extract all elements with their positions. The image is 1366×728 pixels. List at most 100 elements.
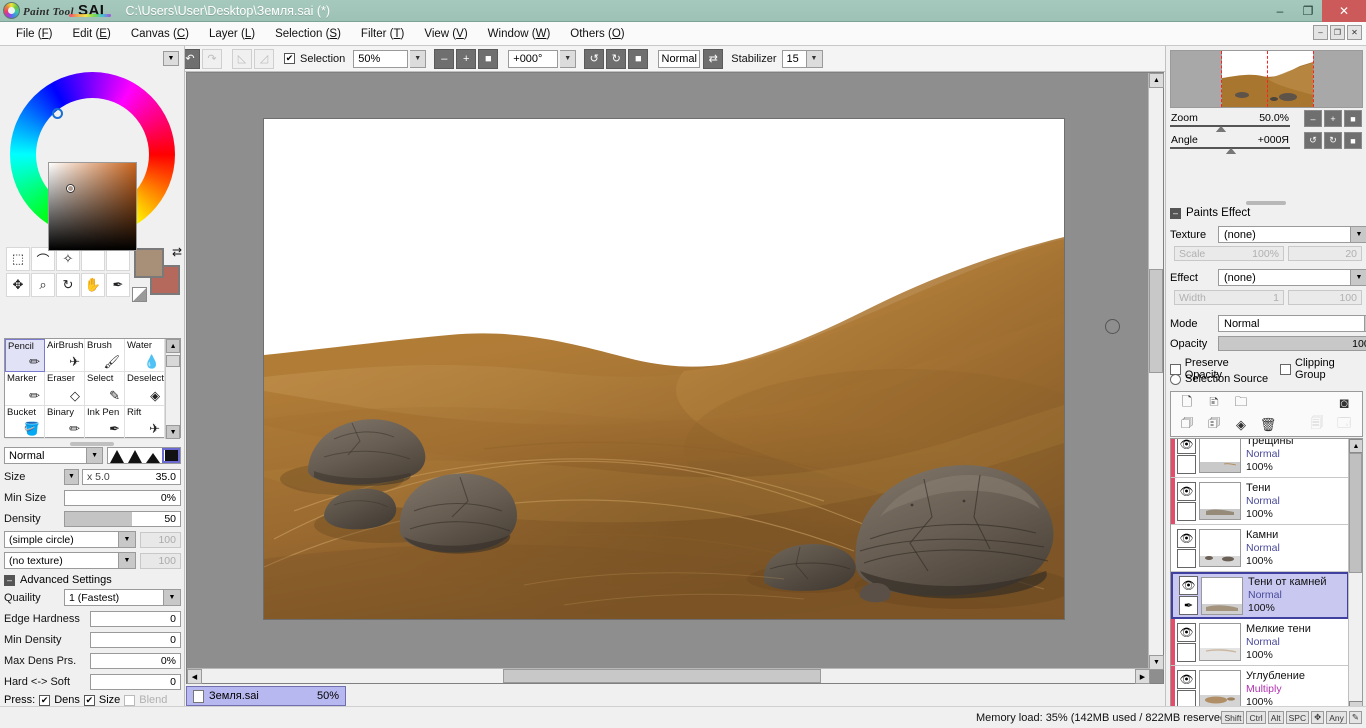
- layer-lock-slot[interactable]: [1177, 501, 1196, 521]
- zoom-slider-handle[interactable]: [1216, 126, 1226, 132]
- brush-cell-deselect[interactable]: Deselect ◈: [125, 372, 166, 406]
- foreground-color-swatch[interactable]: [134, 248, 164, 278]
- brush-cell-rift[interactable]: Rift ✈: [125, 405, 166, 439]
- selection-toggle[interactable]: ✔ Selection: [284, 53, 345, 65]
- brush-density-field[interactable]: 50: [64, 510, 181, 527]
- press-size-checkbox[interactable]: ✔: [83, 694, 95, 706]
- nav-rotate-reset-button[interactable]: ■: [1344, 132, 1362, 149]
- new-folder-icon[interactable]: 🗀: [1231, 394, 1251, 413]
- angle-dropdown-arrow[interactable]: ▼: [560, 49, 577, 68]
- layer-visibility-eye-icon[interactable]: 👁: [1177, 528, 1196, 548]
- menu-canvas[interactable]: Canvas (C): [121, 25, 199, 43]
- layer-visibility-eye-icon[interactable]: 👁: [1177, 439, 1196, 454]
- color-square-cursor[interactable]: [67, 185, 74, 192]
- canvas-area[interactable]: ▲ ▼ ◀ ▶: [186, 72, 1164, 684]
- layer-visibility-eye-icon[interactable]: 👁: [1179, 576, 1198, 595]
- merge-down-icon[interactable]: 🗇: [1177, 415, 1197, 434]
- quality-combo-arrow[interactable]: ▼: [164, 589, 181, 606]
- brush-shape-3[interactable]: [162, 448, 180, 463]
- flip-horizontal-button[interactable]: ◺: [232, 48, 252, 69]
- clear-layer-icon[interactable]: ◈: [1231, 415, 1251, 434]
- move-icon[interactable]: ✥: [6, 273, 30, 297]
- zoom-dropdown-arrow[interactable]: ▼: [410, 49, 427, 68]
- brush-shape-1[interactable]: [126, 448, 144, 463]
- menu-edit[interactable]: Edit (E): [62, 25, 120, 43]
- zoom-slider-track[interactable]: [1170, 125, 1290, 127]
- navigator-angle-slider[interactable]: Angle +000Я: [1170, 134, 1290, 154]
- right-panel-divider-handle[interactable]: [1246, 201, 1286, 205]
- brush-cell-brush[interactable]: Brush 🖌: [85, 339, 126, 373]
- canvas-scroll-up-button[interactable]: ▲: [1149, 73, 1164, 88]
- brush-minsize-field[interactable]: 0%: [64, 489, 181, 506]
- swap-colors-button[interactable]: ⇄: [703, 48, 724, 69]
- brush-cell-airbrush[interactable]: AirBrush ✈: [45, 339, 86, 373]
- nav-rotate-cw-button[interactable]: ↻: [1324, 132, 1342, 149]
- texture-select-arrow[interactable]: ▼: [1351, 226, 1366, 243]
- brush-shape-2[interactable]: [144, 448, 162, 463]
- layer-mode-select[interactable]: Normal: [1218, 315, 1365, 332]
- brush-blend-mode-field[interactable]: Normal: [4, 447, 88, 464]
- layer-row[interactable]: 👁 Трещины Normal 100%: [1171, 439, 1349, 478]
- texture-select[interactable]: (none): [1218, 226, 1351, 243]
- brush-blend-mode-arrow[interactable]: ▼: [87, 447, 103, 464]
- layer-scroll-thumb[interactable]: [1349, 453, 1362, 573]
- brush-cell-bucket[interactable]: Bucket 🪣: [5, 405, 46, 439]
- canvas-vertical-scrollbar[interactable]: ▲ ▼: [1148, 73, 1164, 670]
- new-linework-layer-icon[interactable]: 🗈: [1204, 394, 1224, 413]
- color-square-picker[interactable]: [48, 162, 137, 251]
- layer-row[interactable]: 👁 Тени Normal 100%: [1171, 478, 1349, 525]
- brush-grid-scrollbar[interactable]: ▲ ▼: [165, 339, 180, 439]
- layer-opacity-slider[interactable]: 100%: [1218, 336, 1366, 351]
- brush-scroll-down-button[interactable]: ▼: [166, 425, 180, 439]
- eyedropper-icon[interactable]: ✒: [106, 273, 130, 297]
- press-dens-checkbox[interactable]: ✔: [39, 694, 51, 706]
- rotate-icon[interactable]: ↻: [56, 273, 80, 297]
- paints-effect-header[interactable]: – Paints Effect: [1170, 207, 1250, 219]
- merge-clip-icon[interactable]: 🗊: [1204, 415, 1224, 434]
- nav-rotate-ccw-button[interactable]: ↺: [1304, 132, 1322, 149]
- brush-shape-combo[interactable]: (simple circle): [4, 531, 119, 548]
- nav-zoom-in-button[interactable]: +: [1324, 110, 1342, 127]
- layer-list[interactable]: 👁 Трещины Normal 100% 👁 Тени Normal 100% 👁 Камни N…: [1170, 438, 1363, 728]
- angle-value-field[interactable]: +000°: [508, 49, 559, 68]
- angle-slider-handle[interactable]: [1226, 148, 1236, 154]
- layer-mask-icon[interactable]: ◙: [1334, 394, 1354, 413]
- nav-zoom-out-button[interactable]: –: [1304, 110, 1322, 127]
- effect-select-arrow[interactable]: ▼: [1351, 269, 1366, 286]
- zoom-icon[interactable]: ⌕: [31, 273, 55, 297]
- paints-effect-collapse-icon[interactable]: –: [1170, 207, 1181, 219]
- navigator-thumbnail[interactable]: [1170, 50, 1363, 108]
- menu-layer[interactable]: Layer (L): [199, 25, 265, 43]
- menu-window[interactable]: Window (W): [478, 25, 561, 43]
- brush-cell-binary[interactable]: Binary ✏: [45, 405, 86, 439]
- layer-lock-slot[interactable]: [1177, 642, 1196, 662]
- doc-minimize-button[interactable]: –: [1313, 25, 1328, 40]
- layer-active-pen-icon[interactable]: ✒: [1179, 596, 1198, 615]
- canvas-scroll-left-button[interactable]: ◀: [187, 669, 202, 684]
- brush-cell-pencil[interactable]: Pencil ✏: [5, 339, 46, 373]
- stabilizer-dropdown-arrow[interactable]: ▼: [806, 49, 823, 68]
- navigator-zoom-slider[interactable]: Zoom 50.0%: [1170, 112, 1290, 132]
- nav-zoom-reset-button[interactable]: ■: [1344, 110, 1362, 127]
- menu-filter[interactable]: Filter (T): [351, 25, 414, 43]
- brush-cell-marker[interactable]: Marker ✏: [5, 372, 46, 406]
- layer-visibility-eye-icon[interactable]: 👁: [1177, 622, 1196, 642]
- rotate-cw-button[interactable]: ↻: [606, 48, 627, 69]
- brush-shape-0[interactable]: [108, 448, 126, 463]
- zoom-out-button[interactable]: –: [434, 48, 455, 69]
- layer-lock-slot[interactable]: [1177, 454, 1196, 474]
- zoom-value-field[interactable]: 50%: [353, 49, 409, 68]
- menu-selection[interactable]: Selection (S): [265, 25, 351, 43]
- doc-close-button[interactable]: ✕: [1347, 25, 1362, 40]
- layer-row[interactable]: 👁 Камни Normal 100%: [1171, 525, 1349, 572]
- brush-scroll-up-button[interactable]: ▲: [166, 339, 180, 353]
- layer-row[interactable]: 👁 Мелкие тени Normal 100%: [1171, 619, 1349, 666]
- menu-others[interactable]: Others (O): [560, 25, 634, 43]
- menu-view[interactable]: View (V): [414, 25, 477, 43]
- brush-scroll-thumb[interactable]: [166, 355, 180, 367]
- canvas-scroll-right-button[interactable]: ▶: [1135, 669, 1150, 684]
- swap-colors-icon[interactable]: ⇄: [172, 245, 182, 259]
- layer-lock-slot[interactable]: [1177, 548, 1196, 568]
- hard-soft-field[interactable]: 0: [90, 673, 181, 690]
- selection-source-row[interactable]: Selection Source: [1170, 373, 1268, 385]
